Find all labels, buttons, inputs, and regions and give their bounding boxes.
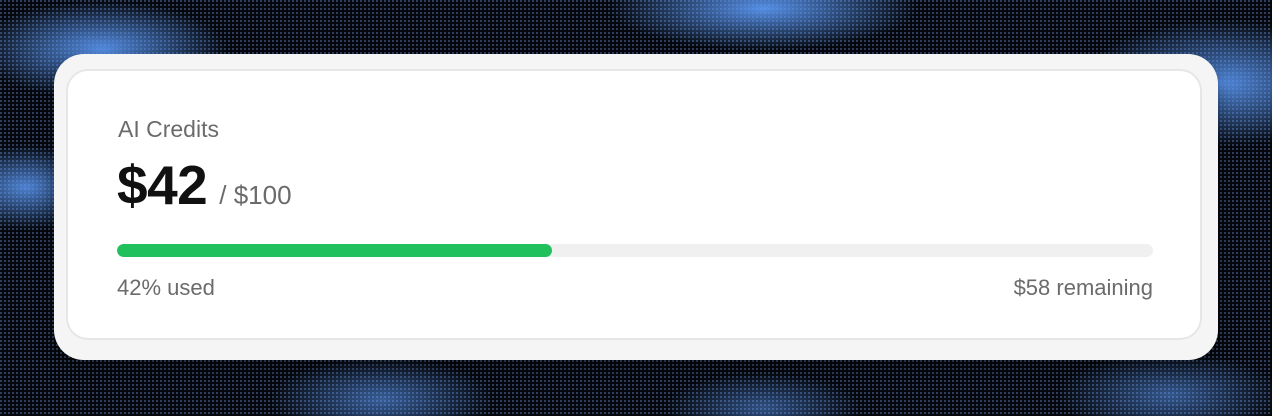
credits-card: AI Credits $42 / $100 42% used $58 remai… [54,54,1218,360]
credits-used-amount: $42 [117,154,208,216]
credits-remaining: $58 remaining [1013,275,1153,300]
credits-limit: / $100 [219,180,292,210]
credits-progress-bar [117,244,1153,257]
credits-amount-row: $42 / $100 [117,158,292,213]
credits-card-inner: AI Credits $42 / $100 42% used $58 remai… [66,69,1202,340]
credits-title: AI Credits [118,116,219,142]
credits-used-percent: 42% used [117,275,215,300]
credits-progress-fill [117,244,553,257]
